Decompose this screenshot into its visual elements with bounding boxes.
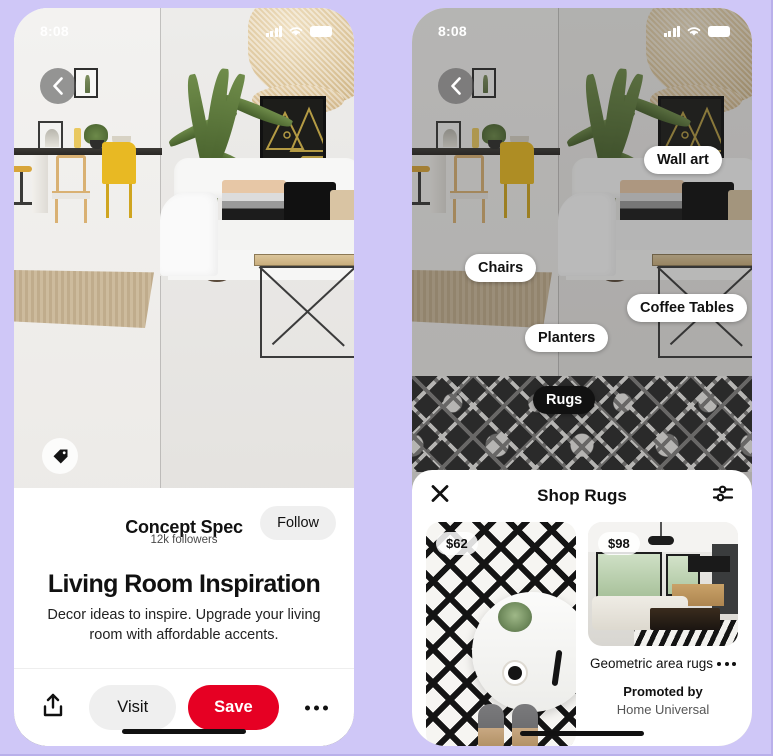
product-title: Geometric area rugs [590,656,714,671]
promoted-label: Promoted by [623,684,703,699]
home-indicator [520,731,644,736]
product-image-geometric-rug-flatlay[interactable]: $62 [426,522,576,746]
tag-pill-rugs[interactable]: Rugs [533,386,596,414]
filter-button[interactable] [712,484,734,509]
status-bar: 8:08 [412,8,752,48]
bar-stool [14,166,32,214]
product-tag-button[interactable] [42,438,78,474]
save-button[interactable]: Save [188,685,279,730]
tag-pill-wall-art[interactable]: Wall art [644,146,722,174]
back-chevron-icon [53,77,63,95]
price-badge: $62 [436,532,478,555]
promoted-block: Promoted by Home Universal [588,683,738,718]
status-time: 8:08 [438,23,467,39]
back-button[interactable] [438,68,474,104]
battery-icon [310,25,332,37]
cellular-signal-icon [265,25,282,37]
price-badge: $98 [598,532,640,555]
product-image-modern-living-room[interactable]: $98 [588,522,738,646]
status-bar: 8:08 [14,8,354,48]
filter-sliders-icon [712,485,734,502]
product-tag-icon [53,449,67,463]
home-indicator [122,729,246,734]
cellular-signal-icon [663,25,680,37]
phone-left: 8:08 Concept Spec 12k followers Follow L… [14,8,354,746]
pin-detail-scroll: Concept Spec 12k followers Follow Living… [14,488,354,668]
wifi-icon [289,27,303,36]
author-row: Concept Spec 12k followers Follow [32,504,336,550]
battery-icon [708,25,730,37]
share-button[interactable] [42,693,64,722]
right-phone-screen: Wall art Chairs Coffee Tables Planters R… [412,8,752,746]
shop-card[interactable]: $62 [426,522,576,746]
pin-title: Living Room Inspiration [47,570,321,598]
yellow-chair [102,142,136,222]
more-options-button[interactable] [717,661,736,666]
tag-pill-coffee-tables[interactable]: Coffee Tables [627,294,748,322]
wifi-icon [687,27,701,36]
visit-button[interactable]: Visit [89,685,177,730]
phone-right: Wall art Chairs Coffee Tables Planters R… [412,8,752,746]
shop-card[interactable]: $98 Geometric area rugs Promoted by Home… [588,522,738,746]
pin-detail-panel: Concept Spec 12k followers Follow Living… [14,488,354,746]
framed-fern-print-upper [74,68,98,98]
back-button[interactable] [40,68,76,104]
screenshot-canvas: 8:08 Concept Spec 12k followers Follow L… [0,0,773,756]
tag-pill-planters[interactable]: Planters [525,324,609,352]
back-chevron-icon [451,77,461,95]
shop-product-grid: $62 $98 Geometric area rugs Promoted by … [412,522,752,746]
product-caption-row: Geometric area rugs [588,646,738,671]
wooden-chair [52,155,90,223]
close-button[interactable] [430,484,450,509]
status-time: 8:08 [40,23,69,39]
tag-pill-chairs[interactable]: Chairs [465,254,537,282]
pin-description: Decor ideas to inspire. Upgrade your liv… [47,607,321,643]
pin-action-bar: Visit Save [14,668,354,746]
wire-coffee-table [254,254,354,364]
promoted-brand: Home Universal [616,701,710,717]
share-icon [43,693,63,716]
more-options-button[interactable] [305,705,328,710]
close-icon [431,485,449,502]
shop-bottom-sheet: Shop Rugs $62 $98 Geometric area rugs Pr… [412,470,752,746]
jute-rug [14,270,154,328]
framed-print-lower [38,121,63,151]
shop-sheet-title: Shop Rugs [537,486,627,505]
shop-sheet-header: Shop Rugs [412,470,752,522]
follow-button[interactable]: Follow [260,506,336,540]
left-phone-screen: 8:08 Concept Spec 12k followers Follow L… [14,8,354,746]
